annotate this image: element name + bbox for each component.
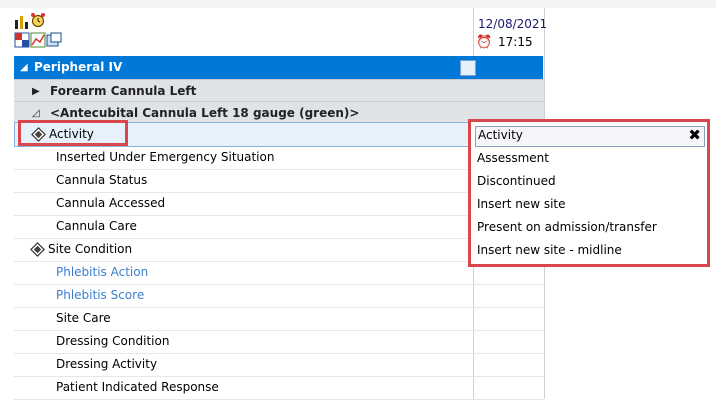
option-discontinued[interactable]: Discontinued [477,170,556,192]
row-label: Patient Indicated Response [56,380,219,394]
row-cannula-care[interactable]: Cannula Care [14,215,544,239]
row-label: Cannula Care [56,219,137,233]
row-label: Inserted Under Emergency Situation [56,150,275,164]
chart-bars-icon[interactable] [14,14,30,30]
expand-arrow-icon[interactable]: ▶ [32,80,40,103]
option-insert-new-site[interactable]: Insert new site [477,193,566,215]
row-cannula-status[interactable]: Cannula Status [14,169,544,193]
toolbar-icons [8,4,68,50]
row-label: Site Care [56,311,111,325]
grid-pin-icon[interactable] [460,60,476,76]
dropdown-title: Activity [478,128,523,142]
row-cannula-accessed[interactable]: Cannula Accessed [14,192,544,216]
top-strip [0,0,716,8]
activity-dropdown[interactable]: Activity ✖ Assessment Discontinued Inser… [468,119,710,267]
row-label: Dressing Condition [56,334,170,348]
row-label: Cannula Status [56,173,148,187]
option-present-on-admission[interactable]: Present on admission/transfer [477,216,657,238]
subsection-forearm-cannula[interactable]: ▶ Forearm Cannula Left [14,79,544,103]
option-insert-new-site-midline[interactable]: Insert new site - midline [477,239,622,261]
row-site-care[interactable]: Site Care [14,307,544,331]
row-site-condition[interactable]: Site Condition [14,238,544,262]
subsection-label: Forearm Cannula Left [50,84,197,98]
row-label: Cannula Accessed [56,196,166,210]
row-label: Phlebitis Score [56,288,145,302]
section-label: Peripheral IV [34,60,123,74]
dropdown-header: Activity ✖ [475,126,705,147]
column-header-datetime[interactable]: 12/08/2021 ⏰ 17:15 [474,17,548,53]
option-assessment[interactable]: Assessment [477,147,549,169]
required-diamond-icon [30,242,45,257]
window-view-icon[interactable] [46,32,62,48]
highlight-box-activity [18,120,128,146]
column-date: 12/08/2021 [478,17,548,31]
alarm-clock-icon[interactable] [30,12,46,28]
collapse-triangle-icon[interactable]: ◢ [20,56,28,79]
row-phlebitis-action[interactable]: Phlebitis Action [14,261,544,285]
row-label: Dressing Activity [56,357,158,371]
row-dressing-activity[interactable]: Dressing Activity [14,353,544,377]
row-dressing-condition[interactable]: Dressing Condition [14,330,544,354]
grid-table-icon[interactable] [14,32,30,48]
row-phlebitis-score[interactable]: Phlebitis Score [14,284,544,308]
row-inserted-emergency[interactable]: Inserted Under Emergency Situation [14,146,544,170]
section-peripheral-iv[interactable]: ◢ Peripheral IV [14,56,543,79]
row-label: Phlebitis Action [56,265,149,279]
alarm-clock-icon: ⏰ [476,35,493,50]
trend-chart-icon[interactable] [30,32,46,48]
row-label: Site Condition [48,242,133,256]
column-time: 17:15 [498,35,533,49]
close-icon[interactable]: ✖ [688,126,701,144]
row-patient-indicated-response[interactable]: Patient Indicated Response [14,376,544,400]
